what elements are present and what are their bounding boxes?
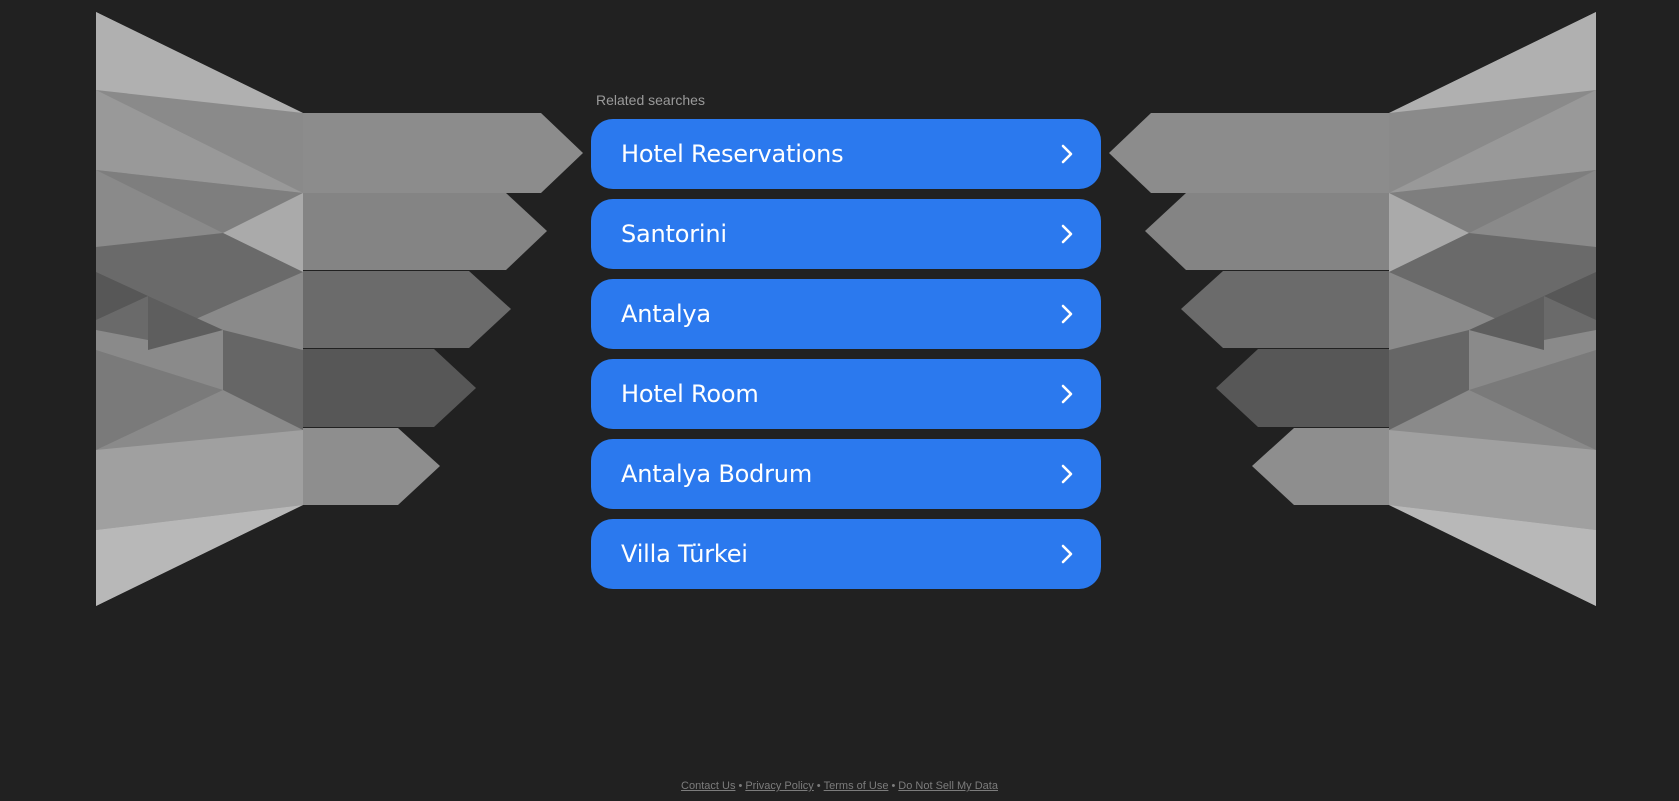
related-search-label: Villa Türkei: [621, 540, 748, 568]
contact-us-link[interactable]: Contact Us: [681, 780, 735, 792]
privacy-policy-link[interactable]: Privacy Policy: [745, 780, 813, 792]
chevron-right-icon: [1061, 224, 1073, 244]
footer-separator: •: [738, 780, 743, 792]
related-search-hotel-room[interactable]: Hotel Room: [591, 359, 1101, 429]
related-search-label: Antalya Bodrum: [621, 460, 812, 488]
related-search-santorini[interactable]: Santorini: [591, 199, 1101, 269]
related-searches-heading: Related searches: [596, 92, 705, 108]
related-search-label: Antalya: [621, 300, 711, 328]
chevron-right-icon: [1061, 384, 1073, 404]
related-search-antalya[interactable]: Antalya: [591, 279, 1101, 349]
chevron-right-icon: [1061, 464, 1073, 484]
chevron-right-icon: [1061, 304, 1073, 324]
right-wing-graphic: [1109, 12, 1596, 606]
footer-separator: •: [816, 780, 821, 792]
related-search-villa-turkei[interactable]: Villa Türkei: [591, 519, 1101, 589]
related-search-label: Santorini: [621, 220, 727, 248]
footer-links: Contact Us • Privacy Policy • Terms of Use • D…: [0, 780, 1679, 792]
related-search-label: Hotel Reservations: [621, 140, 844, 168]
chevron-right-icon: [1061, 144, 1073, 164]
left-wing-graphic: [96, 12, 583, 606]
terms-of-use-link[interactable]: Terms of Use: [824, 780, 889, 792]
related-search-antalya-bodrum[interactable]: Antalya Bodrum: [591, 439, 1101, 509]
related-searches-list: Hotel Reservations Santorini Antalya Hot…: [591, 119, 1101, 599]
chevron-right-icon: [1061, 544, 1073, 564]
do-not-sell-my-data-link[interactable]: Do Not Sell My Data: [898, 780, 998, 792]
related-search-label: Hotel Room: [621, 380, 759, 408]
footer-separator: •: [891, 780, 896, 792]
related-search-hotel-reservations[interactable]: Hotel Reservations: [591, 119, 1101, 189]
